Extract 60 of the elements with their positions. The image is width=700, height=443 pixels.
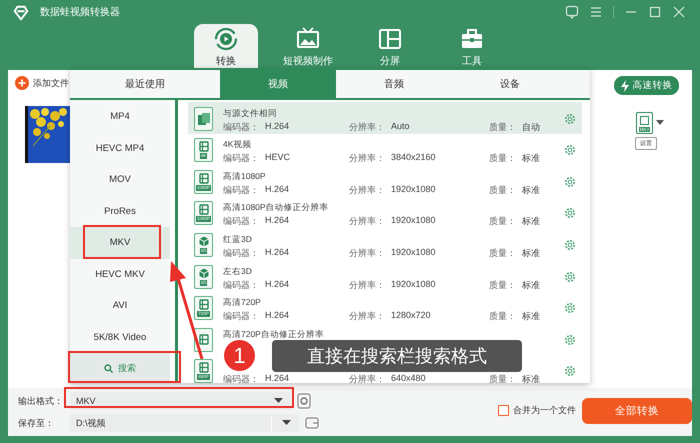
field-label: 分辨率： [349, 310, 385, 322]
field-label: 编码器： [223, 152, 259, 164]
field-value: 标准 [522, 215, 540, 228]
output-format-label: 输出格式： [18, 394, 64, 408]
field-label: 编码器： [223, 184, 259, 196]
field-label: 分辨率： [349, 184, 385, 196]
field-value: 1920x1080 [391, 215, 436, 228]
field-value: H.264 [265, 215, 290, 228]
field-value: H.264 [265, 310, 290, 322]
field-value: 标准 [522, 184, 540, 196]
field-label: 分辨率： [349, 152, 385, 164]
preset-name: 红蓝3D [223, 234, 253, 245]
field-label: 分辨率： [349, 120, 385, 133]
field-label: 质量： [489, 120, 516, 133]
field-value: H.264 [265, 278, 290, 291]
field-value: 1920x1080 [391, 184, 436, 196]
field-label: 编码器： [223, 278, 259, 291]
field-label: 分辨率： [349, 373, 385, 386]
field-value: H.264 [265, 184, 290, 196]
field-value: 标准 [522, 373, 540, 386]
field-label: 质量： [489, 152, 516, 164]
window-title: 数据蛙视频转换器 [40, 6, 120, 19]
field-value: 1280x720 [391, 310, 431, 322]
field-label: 质量： [489, 278, 516, 291]
field-value: 自动 [522, 120, 540, 133]
field-value: 1920x1080 [391, 278, 436, 291]
field-label: 质量： [489, 373, 516, 386]
preset-name: 高清720P自动修正分辨率 [223, 328, 325, 340]
field-label: 分辨率： [349, 215, 385, 228]
preset-name: 4K视频 [223, 139, 252, 150]
field-label: 编码器： [223, 120, 259, 133]
field-value: 标准 [522, 310, 540, 322]
field-value: HEVC [265, 152, 290, 164]
field-value: 3840x2160 [391, 152, 436, 164]
field-label: 质量： [489, 310, 516, 322]
field-label: 质量： [489, 184, 516, 196]
field-value: 1920x1080 [391, 246, 436, 259]
field-value: H.264 [265, 246, 290, 259]
preset-name: 高清1080P自动修正分辨率 [223, 202, 330, 214]
field-label: 质量： [489, 215, 516, 228]
save-to-label: 保存至： [18, 416, 55, 430]
field-value: H.264 [265, 120, 290, 133]
field-label: 编码器： [223, 310, 259, 322]
field-label: 编码器： [223, 215, 259, 228]
callout-tooltip: 直接在搜索栏搜索格式 [272, 340, 522, 372]
field-value: 标准 [522, 152, 540, 164]
field-value: H.264 [265, 373, 290, 386]
preset-name: 高清1080P [223, 170, 267, 182]
field-value: 标准 [522, 278, 540, 291]
field-label: 分辨率： [349, 246, 385, 259]
field-value: 标准 [522, 246, 540, 259]
field-value: 640x480 [391, 373, 426, 386]
preset-name: 与源文件相同 [223, 108, 278, 119]
preset-name: 左右3D [223, 266, 253, 277]
field-value: Auto [391, 120, 410, 133]
field-label: 编码器： [223, 246, 259, 259]
field-label: 编码器： [223, 373, 259, 386]
preset-name: 高清720P [223, 297, 262, 308]
field-label: 质量： [489, 246, 516, 259]
field-label: 分辨率： [349, 278, 385, 291]
